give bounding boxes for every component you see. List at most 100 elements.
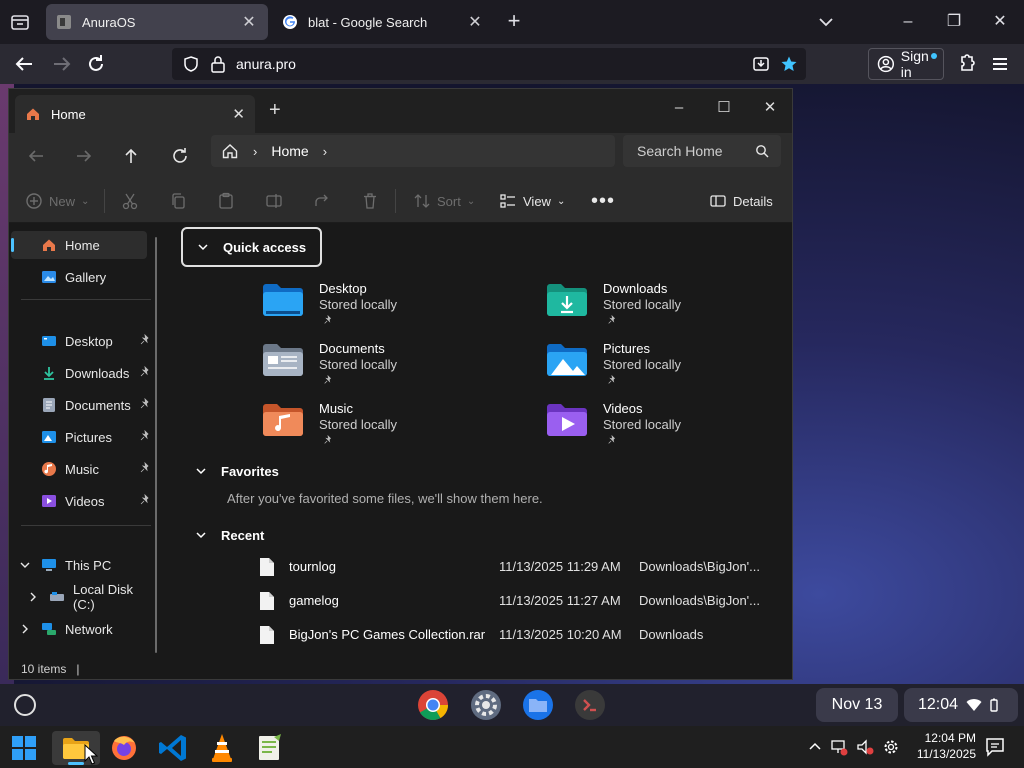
sidebar-item-home[interactable]: Home: [11, 231, 147, 259]
windows-start-icon[interactable]: [0, 731, 48, 765]
chevron-right-icon[interactable]: [19, 623, 31, 635]
pin-icon: [324, 375, 331, 384]
shield-icon[interactable]: [182, 55, 200, 73]
sidebar-item-label: Documents: [65, 397, 131, 413]
sidebar-item-documents[interactable]: Documents: [11, 391, 149, 419]
recent-header[interactable]: Recent: [181, 515, 278, 555]
pin-icon: [140, 430, 149, 441]
sidebar-item-music[interactable]: Music: [11, 455, 149, 483]
close-tab-icon[interactable]: ✕: [466, 12, 484, 32]
sidebar-item-gallery[interactable]: Gallery: [11, 263, 147, 291]
chevron-right-icon[interactable]: [27, 591, 39, 603]
quick-access-documents[interactable]: Documents Stored locally: [261, 341, 531, 397]
notification-center-icon[interactable]: [984, 736, 1006, 758]
firefox-view-icon[interactable]: [8, 10, 32, 34]
sidebar-item-desktop[interactable]: Desktop: [11, 327, 149, 355]
close-tab-icon[interactable]: ✕: [232, 105, 245, 123]
search-input[interactable]: Search Home: [623, 135, 781, 167]
sidebar-item-this-pc[interactable]: This PC: [11, 551, 147, 579]
delete-icon[interactable]: [361, 190, 379, 212]
new-button[interactable]: New ⌄: [25, 190, 89, 212]
close-window-button[interactable]: ✕: [755, 95, 785, 121]
sort-label: Sort: [437, 193, 461, 209]
paste-icon[interactable]: [217, 190, 235, 212]
maximize-button[interactable]: ☐: [709, 95, 739, 121]
details-button[interactable]: Details: [709, 190, 773, 212]
chevron-down-icon[interactable]: [814, 10, 838, 34]
back-arrow-icon[interactable]: [12, 52, 36, 76]
volume-muted-icon[interactable]: [856, 738, 874, 756]
sidebar-item-pictures[interactable]: Pictures: [11, 423, 149, 451]
explorer-tab-home[interactable]: Home ✕: [15, 95, 255, 133]
vscode-icon[interactable]: [150, 731, 198, 765]
sidebar-item-label: Home: [65, 237, 100, 253]
back-arrow-icon[interactable]: [25, 145, 47, 167]
sidebar-item-network[interactable]: Network: [11, 615, 147, 643]
chevron-right-icon[interactable]: ›: [323, 144, 327, 159]
firefox-icon[interactable]: [100, 731, 148, 765]
settings-gear-icon[interactable]: [882, 738, 900, 756]
quick-access-downloads[interactable]: Downloads Stored locally: [545, 281, 785, 337]
forward-arrow-icon[interactable]: [73, 145, 95, 167]
breadcrumb[interactable]: › Home ›: [211, 135, 615, 167]
sidebar-item-videos[interactable]: Videos: [11, 487, 149, 515]
new-tab-button[interactable]: +: [502, 10, 526, 34]
sidebar-item-downloads[interactable]: Downloads: [11, 359, 149, 387]
sign-in-button[interactable]: Sign in: [868, 48, 944, 80]
quick-access-pictures[interactable]: Pictures Stored locally: [545, 341, 785, 397]
shelf-status-area[interactable]: 12:04: [904, 688, 1018, 722]
table-row[interactable]: BigJon's PC Games Collection.rar 11/13/2…: [259, 621, 779, 649]
quick-access-header[interactable]: Quick access: [181, 227, 323, 267]
home-outline-icon[interactable]: [221, 142, 239, 160]
sidebar-item-local-disk[interactable]: Local Disk (C:): [19, 582, 157, 612]
chevron-up-icon[interactable]: [806, 738, 824, 756]
shelf-date[interactable]: Nov 13: [816, 688, 898, 722]
url-bar[interactable]: anura.pro: [172, 48, 806, 80]
table-row[interactable]: gamelog 11/13/2025 11:27 AM Downloads\Bi…: [259, 587, 779, 615]
tab-anuraos[interactable]: AnuraOS ✕: [46, 4, 268, 40]
breadcrumb-home[interactable]: Home: [271, 143, 308, 159]
up-arrow-icon[interactable]: [120, 145, 142, 167]
refresh-icon[interactable]: [169, 145, 191, 167]
reload-icon[interactable]: [84, 52, 108, 76]
files-app-icon[interactable]: [521, 688, 555, 722]
bookmark-star-icon[interactable]: [780, 55, 798, 73]
quick-access-desktop[interactable]: Desktop Stored locally: [261, 281, 531, 337]
new-tab-button[interactable]: +: [269, 99, 281, 122]
chevron-right-icon[interactable]: ›: [253, 144, 257, 159]
notepad-plus-plus-icon[interactable]: [246, 731, 294, 765]
favorites-header[interactable]: Favorites: [181, 451, 293, 491]
extensions-icon[interactable]: [954, 52, 978, 76]
minimize-button[interactable]: –: [894, 8, 922, 36]
settings-gear-icon[interactable]: [469, 688, 503, 722]
chrome-icon[interactable]: [416, 688, 450, 722]
network-disconnected-icon[interactable]: [830, 738, 848, 756]
more-options-button[interactable]: •••: [591, 190, 615, 212]
home-icon: [43, 239, 55, 251]
launcher-button[interactable]: [14, 694, 36, 716]
chevron-down-icon[interactable]: [19, 559, 31, 571]
forward-arrow-icon[interactable]: [50, 52, 74, 76]
view-button[interactable]: View ⌄: [499, 190, 565, 212]
vlc-icon[interactable]: [198, 731, 246, 765]
tab-google-search[interactable]: blat - Google Search ✕: [272, 4, 494, 40]
quick-access-music[interactable]: Music Stored locally: [261, 401, 531, 457]
table-row[interactable]: tournlog 11/13/2025 11:29 AM Downloads\B…: [259, 553, 779, 581]
sidebar-scrollbar[interactable]: [155, 237, 157, 653]
install-app-icon[interactable]: [752, 55, 770, 73]
hamburger-menu-icon[interactable]: [988, 52, 1012, 76]
rename-icon[interactable]: [265, 190, 283, 212]
quick-access-videos[interactable]: Videos Stored locally: [545, 401, 785, 457]
maximize-button[interactable]: ❐: [940, 8, 968, 36]
minimize-button[interactable]: –: [664, 95, 694, 121]
close-window-button[interactable]: ✕: [986, 8, 1014, 36]
file-location: Downloads: [639, 627, 704, 642]
copy-icon[interactable]: [169, 190, 187, 212]
cut-icon[interactable]: [121, 190, 139, 212]
share-icon[interactable]: [313, 190, 331, 212]
lock-icon[interactable]: [210, 55, 226, 73]
taskbar-clock[interactable]: 12:04 PM 11/13/2025: [900, 730, 976, 762]
sort-button[interactable]: Sort ⌄: [413, 190, 475, 212]
close-tab-icon[interactable]: ✕: [240, 12, 258, 32]
terminal-icon[interactable]: [573, 688, 607, 722]
